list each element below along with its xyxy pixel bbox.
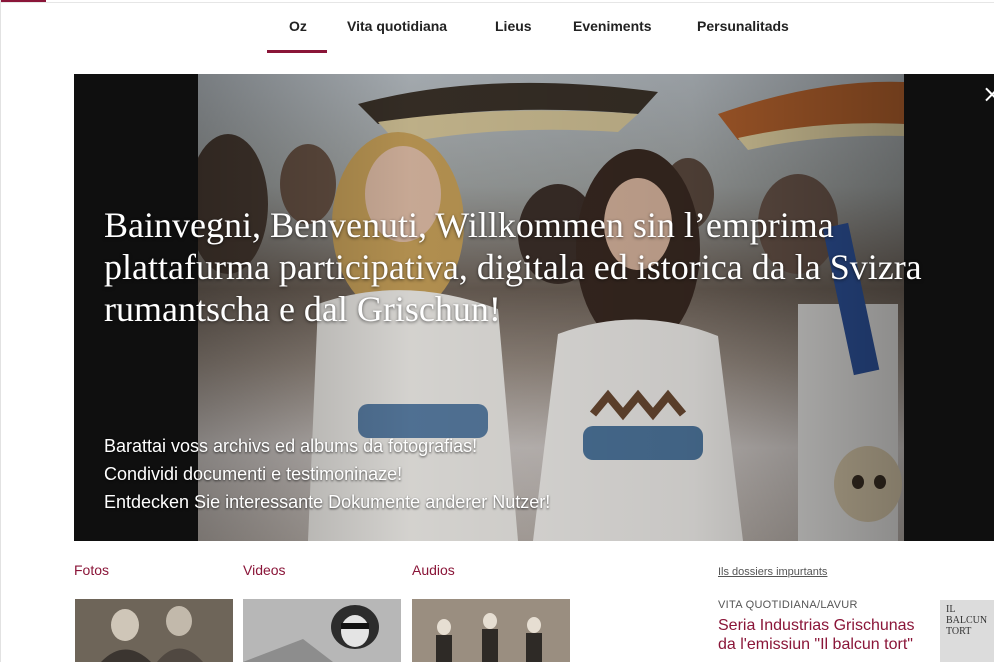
- close-icon[interactable]: ×: [982, 82, 994, 106]
- nav-lieus[interactable]: Lieus: [495, 18, 532, 34]
- dossier-thumbnail-label: IL BALCUN TORT: [946, 604, 988, 637]
- page-edge: [0, 0, 1, 662]
- hero-tagline: Condividi documenti e testimoninaze!: [104, 464, 403, 484]
- audios-link[interactable]: Audios: [412, 562, 455, 578]
- hero-banner: Bainvegni, Benvenuti, Willkommen sin l’e…: [74, 74, 994, 541]
- nav-oz[interactable]: Oz: [289, 18, 307, 34]
- fotos-link[interactable]: Fotos: [74, 562, 109, 578]
- nav-persunalitads[interactable]: Persunalitads: [697, 18, 789, 34]
- dossier-thumbnail[interactable]: IL BALCUN TORT: [940, 600, 994, 662]
- hero-tagline: Entdecken Sie interessante Dokumente and…: [104, 492, 551, 512]
- dossier-title-link[interactable]: Seria Industrias Grischunas da l'emissiu…: [718, 616, 928, 654]
- nav-active-indicator: [267, 50, 327, 53]
- videos-link[interactable]: Videos: [243, 562, 286, 578]
- hero-title: Bainvegni, Benvenuti, Willkommen sin l’e…: [104, 205, 922, 329]
- dossier-category: VITA QUOTIDIANA/LAVUR: [718, 599, 858, 611]
- video-thumbnail[interactable]: [243, 599, 401, 662]
- nav-vita-quotidiana[interactable]: Vita quotidiana: [347, 18, 447, 34]
- foto-thumbnail[interactable]: [75, 599, 233, 662]
- nav-eveniments[interactable]: Eveniments: [573, 18, 652, 34]
- hero-taglines: Barattai voss archivs ed albums da fotog…: [104, 432, 804, 516]
- hero-tagline: Barattai voss archivs ed albums da fotog…: [104, 436, 478, 456]
- main-nav: Oz Vita quotidiana Lieus Eveniments Pers…: [0, 0, 994, 56]
- audio-thumbnail[interactable]: [412, 599, 570, 662]
- dossiers-link[interactable]: Ils dossiers impurtants: [718, 566, 827, 578]
